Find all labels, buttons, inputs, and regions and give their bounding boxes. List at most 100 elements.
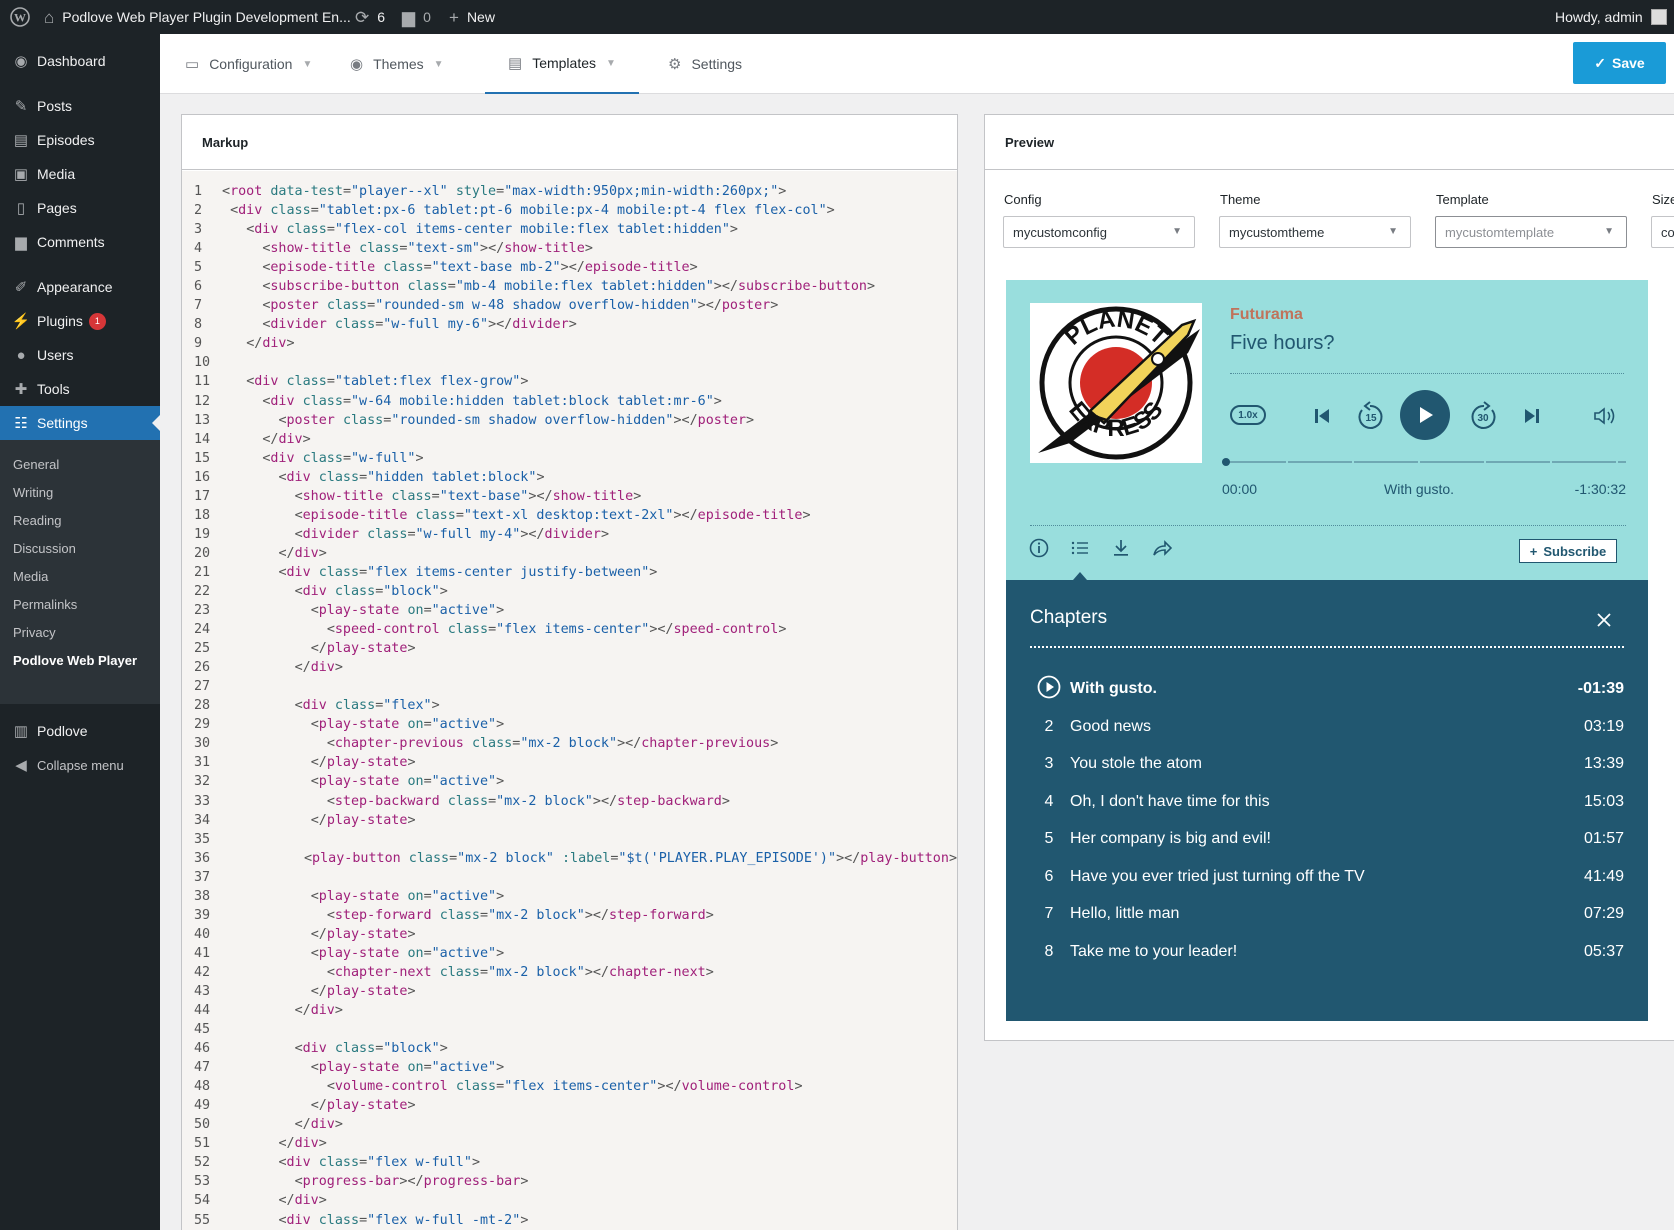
chapter-row[interactable]: 2 Good news 03:19 [1030, 707, 1624, 747]
code-line: 44 </div> [182, 1001, 957, 1020]
size-select[interactable]: co [1651, 216, 1674, 248]
tab-themes[interactable]: ◉ Themes ▼ [350, 34, 444, 94]
line-number: 49 [194, 1098, 211, 1114]
submenu-permalinks[interactable]: Permalinks [0, 590, 160, 618]
menu-label: Plugins [37, 313, 83, 329]
download-tab-button[interactable] [1110, 537, 1132, 559]
site-title: Podlove Web Player Plugin Development En… [62, 9, 351, 25]
menu-item-posts[interactable]: ✎ Posts [0, 89, 160, 123]
code-editor[interactable]: 1 <root data-test="player--xl" style="max… [182, 171, 957, 1230]
menu-item-podlove[interactable]: ▥ Podlove [0, 714, 160, 748]
code-line: 19 <divider class="w-full my-4"></divide… [182, 525, 957, 544]
close-chapters-button[interactable] [1592, 608, 1616, 632]
chapter-title: Have you ever tried just turning off the… [1070, 867, 1365, 885]
line-number: 32 [194, 774, 211, 790]
volume-control-button[interactable] [1592, 404, 1620, 428]
settings-icon: ☷ [14, 415, 28, 432]
menu-label: Appearance [37, 279, 113, 295]
subscribe-button[interactable]: + Subscribe [1519, 539, 1617, 563]
progress-handle[interactable] [1222, 458, 1230, 466]
code-text: <div class="w-64 mobile:hidden tablet:bl… [262, 393, 722, 409]
comments-link[interactable]: ▆ 0 [402, 0, 431, 34]
submenu-general[interactable]: General [0, 450, 160, 478]
updates-link[interactable]: ⟳ 6 [355, 0, 385, 34]
play-button[interactable] [1400, 390, 1450, 440]
howdy-text: Howdy, admin [1555, 9, 1643, 25]
submenu-writing[interactable]: Writing [0, 478, 160, 506]
speed-control-button[interactable]: 1.0x [1230, 405, 1266, 425]
tab-settings[interactable]: ⚙ Settings [668, 34, 742, 94]
tab-label: Settings [691, 56, 743, 72]
menu-item-media[interactable]: ▣ Media [0, 157, 160, 191]
submenu-media[interactable]: Media [0, 562, 160, 590]
chapter-row[interactable]: 8 Take me to your leader! 05:37 [1030, 932, 1624, 972]
code-line: 18 <episode-title class="text-xl desktop… [182, 506, 957, 525]
chapters-tab-button[interactable] [1069, 537, 1091, 559]
menu-item-pages[interactable]: ▯ Pages [0, 191, 160, 225]
chevron-down-icon: ▼ [1172, 226, 1182, 237]
save-button[interactable]: ✓ Save [1573, 42, 1666, 84]
chapter-row[interactable]: 6 Have you ever tried just turning off th… [1030, 857, 1624, 897]
config-select[interactable]: mycustomconfig ▼ [1003, 216, 1195, 248]
plugin-icon: ⚡ [11, 313, 31, 330]
code-line: 10 [182, 353, 957, 372]
progress-bar[interactable] [1222, 455, 1626, 469]
line-number: 39 [194, 907, 211, 923]
menu-item-episodes[interactable]: ▤ Episodes [0, 123, 160, 157]
line-number: 36 [194, 850, 211, 866]
submenu-podlove-web-player[interactable]: Podlove Web Player [0, 646, 160, 674]
comments-count: 0 [423, 9, 431, 25]
submenu-privacy[interactable]: Privacy [0, 618, 160, 646]
menu-item-appearance[interactable]: ✐ Appearance [0, 270, 160, 304]
line-number: 18 [194, 507, 211, 523]
code-line: 23 <play-state on="active"> [182, 601, 957, 620]
menu-item-tools[interactable]: ✚ Tools [0, 372, 160, 406]
chapter-row[interactable]: 5 Her company is big and evil! 01:57 [1030, 819, 1624, 859]
chapter-number: 7 [1044, 905, 1054, 922]
theme-value: mycustomtheme [1229, 224, 1325, 240]
submenu-discussion[interactable]: Discussion [0, 534, 160, 562]
code-line: 20 </div> [182, 544, 957, 563]
theme-select[interactable]: mycustomtheme ▼ [1219, 216, 1411, 248]
menu-item-dashboard[interactable]: ◉ Dashboard [0, 44, 160, 78]
collapse-menu-button[interactable]: ◀ Collapse menu [0, 748, 160, 782]
line-number: 22 [194, 583, 211, 599]
info-tab-button[interactable] [1028, 537, 1050, 559]
step-backward-button[interactable]: 15 [1354, 400, 1386, 432]
comment-icon: ▆ [15, 234, 27, 251]
chapter-row[interactable]: With gusto. -01:39 [1030, 669, 1624, 709]
line-number: 50 [194, 1117, 211, 1133]
menu-item-plugins[interactable]: ⚡ Plugins 1 [0, 304, 160, 338]
chapter-next-button[interactable] [1520, 404, 1544, 428]
my-account-link[interactable]: Howdy, admin [1555, 0, 1667, 34]
wordpress-logo-icon[interactable]: W [10, 0, 30, 34]
step-forward-button[interactable]: 30 [1468, 400, 1500, 432]
updates-count: 6 [377, 9, 386, 25]
collapse-icon: ◀ [15, 757, 27, 774]
tab-configuration[interactable]: ▭ Configuration ▼ [185, 34, 312, 94]
code-line: 48 <volume-control class="flex items-cen… [182, 1077, 957, 1096]
template-select[interactable]: mycustomtemplate ▼ [1435, 216, 1627, 248]
share-tab-button[interactable] [1151, 537, 1173, 559]
chapter-row[interactable]: 7 Hello, little man 07:29 [1030, 894, 1624, 934]
plus-icon: + [449, 7, 459, 27]
chapter-row[interactable]: 4 Oh, I don't have time for this 15:03 [1030, 782, 1624, 822]
submenu-reading[interactable]: Reading [0, 506, 160, 534]
chapter-previous-button[interactable] [1310, 404, 1334, 428]
chapter-row[interactable]: 3 You stole the atom 13:39 [1030, 744, 1624, 784]
chapter-duration: 15:03 [1583, 792, 1624, 810]
volume-icon [1594, 407, 1615, 425]
menu-item-settings[interactable]: ☷ Settings [0, 406, 160, 440]
code-text: <divider class="w-full my-4"></divider> [294, 526, 609, 542]
speed-value: 1.0x [1238, 409, 1258, 421]
code-text: <div class="hidden tablet:block"> [278, 469, 545, 485]
code-text: <play-state on="active"> [310, 945, 505, 961]
new-content-link[interactable]: + New [449, 0, 495, 34]
settings-submenu: General Writing Reading Discussion Media… [0, 440, 160, 704]
tab-templates[interactable]: ▤ Templates ▼ [485, 34, 639, 94]
code-text: </play-state> [310, 755, 416, 771]
updates-icon: ⟳ [355, 7, 370, 27]
site-name-link[interactable]: ⌂ Podlove Web Player Plugin Development … [44, 0, 351, 34]
menu-item-users[interactable]: ● Users [0, 338, 160, 372]
menu-item-comments[interactable]: ▆ Comments [0, 225, 160, 259]
